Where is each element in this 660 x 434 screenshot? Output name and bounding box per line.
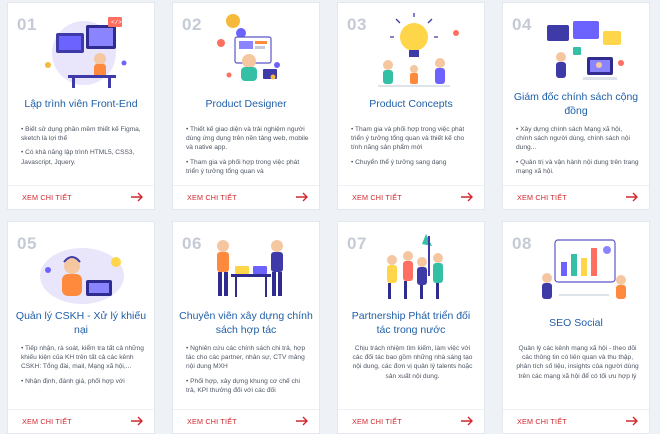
arrow-right-icon[interactable]	[460, 191, 474, 203]
card-number: 06	[182, 234, 202, 253]
job-title[interactable]: Product Concepts	[344, 89, 478, 119]
job-description: • Tham gia và phối hợp trong việc phát t…	[351, 126, 465, 166]
arrow-right-icon[interactable]	[295, 415, 309, 427]
view-details-link[interactable]: XEM CHI TIẾT	[187, 193, 237, 202]
card-footer: XEM CHI TIẾT	[338, 185, 484, 209]
card-footer: XEM CHI TIẾT	[503, 185, 649, 209]
card-number: 03	[347, 15, 367, 34]
card-number: 01	[17, 15, 37, 34]
job-description: Quản lý các kênh mạng xã hội - theo dõi …	[516, 345, 639, 380]
job-card-03[interactable]: 03 Product Concepts • Tham gia và phối h…	[337, 2, 485, 210]
card-footer: XEM CHI TIẾT	[8, 409, 154, 433]
job-description: • Nghiên cứu các chính sách chi trả, hợp…	[186, 345, 306, 394]
job-description: • Thiết kế giao diện và trải nghiệm ngườ…	[186, 126, 309, 175]
card-footer: XEM CHI TIẾT	[173, 185, 319, 209]
view-details-link[interactable]: XEM CHI TIẾT	[22, 417, 72, 426]
arrow-right-icon[interactable]	[130, 415, 144, 427]
card-number: 07	[347, 234, 367, 253]
job-card-07[interactable]: 07 Partnership Phát triển đối tác trong …	[337, 221, 485, 434]
job-title[interactable]: Quản lý CSKH - Xử lý khiếu nại	[14, 308, 148, 338]
card-footer: XEM CHI TIẾT	[8, 185, 154, 209]
job-card-06[interactable]: 06 Chuyên viên xây dựng chính sách hợp t…	[172, 221, 320, 434]
job-title[interactable]: Product Designer	[179, 89, 313, 119]
svg-text:</>: </>	[111, 19, 122, 26]
job-description: • Tiếp nhận, rà soát, kiểm tra tất cả nh…	[21, 345, 144, 385]
view-details-link[interactable]: XEM CHI TIẾT	[517, 417, 567, 426]
job-card-01[interactable]: </> 01 Lập trình viên Front-End • Biết s…	[7, 2, 155, 210]
job-title[interactable]: Chuyên viên xây dựng chính sách hợp tác	[179, 308, 313, 338]
job-description: Chịu trách nhiệm tìm kiếm, làm việc với …	[352, 345, 473, 380]
view-details-link[interactable]: XEM CHI TIẾT	[352, 417, 402, 426]
view-details-link[interactable]: XEM CHI TIẾT	[22, 193, 72, 202]
view-details-link[interactable]: XEM CHI TIẾT	[187, 417, 237, 426]
arrow-right-icon[interactable]	[625, 191, 639, 203]
card-number: 05	[17, 234, 37, 253]
arrow-right-icon[interactable]	[460, 415, 474, 427]
job-title[interactable]: Giám đốc chính sách cộng đồng	[509, 89, 643, 119]
job-description: • Xây dựng chính sách Mạng xã hội, chính…	[516, 126, 639, 175]
card-number: 08	[512, 234, 532, 253]
job-title[interactable]: Partnership Phát triển đối tác trong nướ…	[344, 308, 478, 338]
job-title[interactable]: SEO Social	[509, 308, 643, 338]
arrow-right-icon[interactable]	[130, 191, 144, 203]
card-footer: XEM CHI TIẾT	[503, 409, 649, 433]
card-footer: XEM CHI TIẾT	[173, 409, 319, 433]
job-title[interactable]: Lập trình viên Front-End	[14, 89, 148, 119]
job-card-04[interactable]: 04 Giám đốc chính sách cộng đồng • Xây d…	[502, 2, 650, 210]
arrow-right-icon[interactable]	[295, 191, 309, 203]
job-card-02[interactable]: 02 Product Designer • Thiết kế giao diện…	[172, 2, 320, 210]
job-card-08[interactable]: 08 SEO Social Quản lý các kênh mạng xã h…	[502, 221, 650, 434]
job-card-05[interactable]: 05 Quản lý CSKH - Xử lý khiếu nại • Tiếp…	[7, 221, 155, 434]
card-footer: XEM CHI TIẾT	[338, 409, 484, 433]
view-details-link[interactable]: XEM CHI TIẾT	[352, 193, 402, 202]
card-number: 02	[182, 15, 202, 34]
job-description: • Biết sử dụng phần mềm thiết kế Figma, …	[21, 126, 141, 166]
arrow-right-icon[interactable]	[625, 415, 639, 427]
card-number: 04	[512, 15, 532, 34]
view-details-link[interactable]: XEM CHI TIẾT	[517, 193, 567, 202]
